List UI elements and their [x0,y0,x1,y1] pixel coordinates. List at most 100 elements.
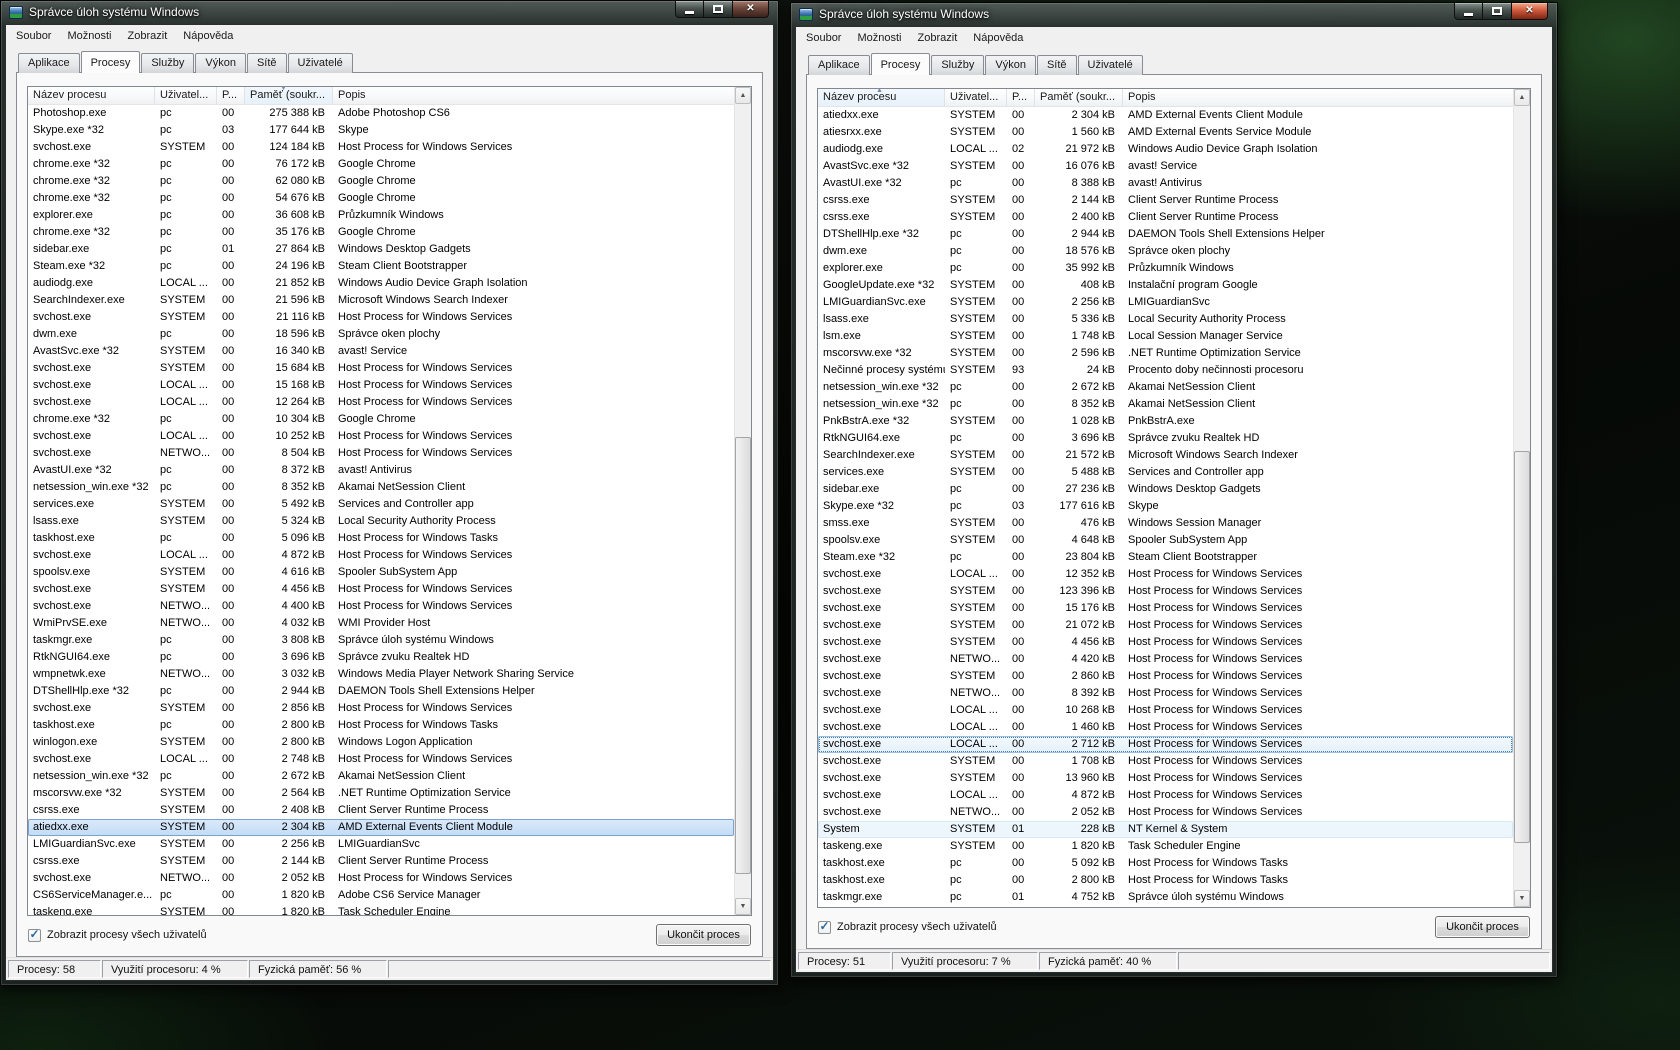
scrollbar-track[interactable] [735,104,750,898]
process-row[interactable]: AvastUI.exe *32pc008 372 kBavast! Antivi… [28,462,734,479]
column-header-0[interactable]: Název procesu [28,87,155,104]
process-row[interactable]: AvastSvc.exe *32SYSTEM0016 076 kBavast! … [818,158,1513,175]
process-row[interactable]: svchost.exeSYSTEM0015 684 kBHost Process… [28,360,734,377]
process-row[interactable]: chrome.exe *32pc0054 676 kBGoogle Chrome [28,190,734,207]
tab-0[interactable]: Aplikace [18,53,80,73]
process-row[interactable]: mscorsvw.exe *32SYSTEM002 564 kB.NET Run… [28,785,734,802]
process-row[interactable]: Steam.exe *32pc0024 196 kBSteam Client B… [28,258,734,275]
process-row[interactable]: lsass.exeSYSTEM005 336 kBLocal Security … [818,311,1513,328]
process-row[interactable]: wininit.exeSYSTEM001 344 kBWindows Start… [818,906,1513,907]
process-row[interactable]: svchost.exeLOCAL ...004 872 kBHost Proce… [28,547,734,564]
close-button[interactable]: ✕ [1512,3,1548,20]
tab-3[interactable]: Výkon [195,53,246,73]
process-row[interactable]: netsession_win.exe *32pc002 672 kBAkamai… [818,379,1513,396]
end-process-button[interactable]: Ukončit proces [1435,916,1530,938]
process-row[interactable]: LMIGuardianSvc.exeSYSTEM002 256 kBLMIGua… [28,836,734,853]
process-row[interactable]: RtkNGUI64.exepc003 696 kBSprávce zvuku R… [28,649,734,666]
process-row[interactable]: dwm.exepc0018 576 kBSprávce oken plochy [818,243,1513,260]
process-row[interactable]: Nečinné procesy systémuSYSTEM9324 kBProc… [818,362,1513,379]
process-row[interactable]: csrss.exeSYSTEM002 408 kBClient Server R… [28,802,734,819]
process-row[interactable]: svchost.exeLOCAL ...0015 168 kBHost Proc… [28,377,734,394]
minimize-button[interactable] [675,1,704,18]
menu-item-1[interactable]: Možnosti [59,27,119,45]
scroll-up-icon[interactable]: ▲ [735,87,751,104]
process-row[interactable]: dwm.exepc0018 596 kBSprávce oken plochy [28,326,734,343]
process-row[interactable]: SearchIndexer.exeSYSTEM0021 572 kBMicros… [818,447,1513,464]
scrollbar-track[interactable] [1514,106,1529,890]
process-row[interactable]: svchost.exeLOCAL ...004 872 kBHost Proce… [818,787,1513,804]
process-row[interactable]: PnkBstrA.exe *32SYSTEM001 028 kBPnkBstrA… [818,413,1513,430]
scroll-down-icon[interactable]: ▼ [735,898,751,915]
process-row[interactable]: atiedxx.exeSYSTEM002 304 kBAMD External … [818,107,1513,124]
maximize-button[interactable] [704,1,733,18]
process-row[interactable]: svchost.exeLOCAL ...002 748 kBHost Proce… [28,751,734,768]
process-row[interactable]: spoolsv.exeSYSTEM004 648 kBSpooler SubSy… [818,532,1513,549]
column-header-3[interactable]: Paměť (soukr... [1035,89,1123,106]
scrollbar-thumb[interactable] [1514,451,1530,843]
process-row[interactable]: AvastUI.exe *32pc008 388 kBavast! Antivi… [818,175,1513,192]
process-row[interactable]: chrome.exe *32pc0010 304 kBGoogle Chrome [28,411,734,428]
process-row[interactable]: sidebar.exepc0127 864 kBWindows Desktop … [28,241,734,258]
process-row[interactable]: lsm.exeSYSTEM001 748 kBLocal Session Man… [818,328,1513,345]
process-row[interactable]: svchost.exeSYSTEM0015 176 kBHost Process… [818,600,1513,617]
process-row[interactable]: services.exeSYSTEM005 488 kBServices and… [818,464,1513,481]
process-row[interactable]: lsass.exeSYSTEM005 324 kBLocal Security … [28,513,734,530]
process-row[interactable]: atiesrxx.exeSYSTEM001 560 kBAMD External… [818,124,1513,141]
process-row[interactable]: GoogleUpdate.exe *32SYSTEM00408 kBInstal… [818,277,1513,294]
process-row[interactable]: CS6ServiceManager.e...pc001 820 kBAdobe … [28,887,734,904]
process-row[interactable]: svchost.exeNETWO...002 052 kBHost Proces… [28,870,734,887]
process-row[interactable]: chrome.exe *32pc0076 172 kBGoogle Chrome [28,156,734,173]
process-row[interactable]: smss.exeSYSTEM00476 kBWindows Session Ma… [818,515,1513,532]
tab-1[interactable]: Procesy [871,53,931,75]
process-row[interactable]: RtkNGUI64.exepc003 696 kBSprávce zvuku R… [818,430,1513,447]
process-row[interactable]: svchost.exeSYSTEM002 856 kBHost Process … [28,700,734,717]
minimize-button[interactable] [1454,3,1483,20]
process-row[interactable]: svchost.exeSYSTEM004 456 kBHost Process … [28,581,734,598]
process-row[interactable]: Skype.exe *32pc03177 616 kBSkype [818,498,1513,515]
process-row[interactable]: netsession_win.exe *32pc002 672 kBAkamai… [28,768,734,785]
process-row[interactable]: svchost.exeLOCAL ...001 460 kBHost Proce… [818,719,1513,736]
process-row[interactable]: atiedxx.exeSYSTEM002 304 kBAMD External … [28,819,734,836]
process-row[interactable]: DTShellHlp.exe *32pc002 944 kBDAEMON Too… [28,683,734,700]
tab-1[interactable]: Procesy [81,51,141,73]
process-row[interactable]: netsession_win.exe *32pc008 352 kBAkamai… [28,479,734,496]
process-row[interactable]: DTShellHlp.exe *32pc002 944 kBDAEMON Too… [818,226,1513,243]
title-bar[interactable]: Správce úloh systému Windows [1,1,778,23]
process-row[interactable]: taskhost.exepc002 800 kBHost Process for… [818,872,1513,889]
process-row[interactable]: WmiPrvSE.exeNETWO...004 032 kBWMI Provid… [28,615,734,632]
process-row[interactable]: svchost.exeSYSTEM0021 116 kBHost Process… [28,309,734,326]
show-all-users-checkbox[interactable]: ✓ [28,929,41,942]
process-row[interactable]: svchost.exeNETWO...004 420 kBHost Proces… [818,651,1513,668]
process-row[interactable]: csrss.exeSYSTEM002 144 kBClient Server R… [28,853,734,870]
process-row[interactable]: netsession_win.exe *32pc008 352 kBAkamai… [818,396,1513,413]
tab-5[interactable]: Uživatelé [288,53,353,73]
tab-0[interactable]: Aplikace [808,55,870,75]
process-row[interactable]: Photoshop.exepc00275 388 kBAdobe Photosh… [28,105,734,122]
process-row[interactable]: svchost.exeNETWO...004 400 kBHost Proces… [28,598,734,615]
title-bar[interactable]: Správce úloh systému Windows [791,3,1557,25]
end-process-button[interactable]: Ukončit proces [656,924,751,946]
process-row[interactable]: taskhost.exepc002 800 kBHost Process for… [28,717,734,734]
maximize-button[interactable] [1483,3,1512,20]
process-row[interactable]: svchost.exeNETWO...008 504 kBHost Proces… [28,445,734,462]
process-row[interactable]: svchost.exeLOCAL ...0010 252 kBHost Proc… [28,428,734,445]
tab-4[interactable]: Sítě [247,53,287,73]
show-all-users-checkbox[interactable]: ✓ [818,921,831,934]
menu-item-2[interactable]: Zobrazit [910,29,966,47]
process-row[interactable]: Skype.exe *32pc03177 644 kBSkype [28,122,734,139]
process-row[interactable]: csrss.exeSYSTEM002 400 kBClient Server R… [818,209,1513,226]
process-row[interactable]: svchost.exeSYSTEM002 860 kBHost Process … [818,668,1513,685]
process-row[interactable]: taskhost.exepc005 096 kBHost Process for… [28,530,734,547]
process-row[interactable]: svchost.exeLOCAL ...0012 264 kBHost Proc… [28,394,734,411]
process-row[interactable]: taskmgr.exepc003 808 kBSprávce úloh syst… [28,632,734,649]
process-row[interactable]: spoolsv.exeSYSTEM004 616 kBSpooler SubSy… [28,564,734,581]
process-row[interactable]: wmpnetwk.exeNETWO...003 032 kBWindows Me… [28,666,734,683]
process-row[interactable]: svchost.exeLOCAL ...0012 352 kBHost Proc… [818,566,1513,583]
process-row[interactable]: svchost.exeSYSTEM00123 396 kBHost Proces… [818,583,1513,600]
tab-2[interactable]: Služby [141,53,194,73]
process-row[interactable]: svchost.exeLOCAL ...002 712 kBHost Proce… [818,736,1513,753]
process-row[interactable]: svchost.exeNETWO...002 052 kBHost Proces… [818,804,1513,821]
process-row[interactable]: SearchIndexer.exeSYSTEM0021 596 kBMicros… [28,292,734,309]
process-row[interactable]: taskmgr.exepc014 752 kBSprávce úloh syst… [818,889,1513,906]
process-row[interactable]: AvastSvc.exe *32SYSTEM0016 340 kBavast! … [28,343,734,360]
